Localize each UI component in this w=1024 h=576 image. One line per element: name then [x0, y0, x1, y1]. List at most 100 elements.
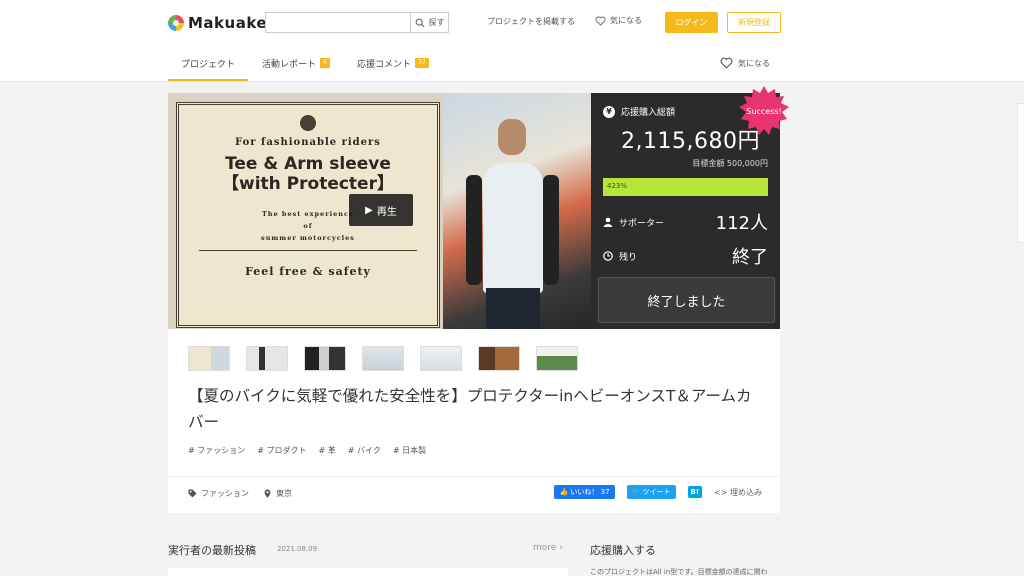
project-title: 【夏のバイクに気軽で優れた安全性を】プロテクターinヘビーオンスT＆アームカバー [188, 387, 752, 431]
remaining-value: 終了 [732, 247, 768, 268]
thumbnail-4[interactable] [362, 346, 404, 371]
yen-icon: ¥ [603, 105, 615, 118]
support-purchase-heading: 応援購入する [590, 544, 656, 557]
project-favorite-button[interactable]: 気になる [720, 57, 770, 69]
supporters-label-text: サポーター [619, 218, 665, 229]
register-button[interactable]: 新規登録 [727, 12, 781, 33]
tag-leather[interactable]: # 革 [319, 445, 336, 456]
heart-icon [720, 57, 733, 69]
poster-line-6: summer motorcycles [261, 234, 355, 242]
tab-project[interactable]: プロジェクト [181, 56, 235, 70]
total-amount-label-text: 応援購入総額 [621, 108, 676, 118]
logo-mark-icon [168, 15, 184, 31]
posts-more-link[interactable]: more › [533, 543, 563, 553]
search-input[interactable] [266, 13, 410, 32]
tab-activity-report-label: 活動レポート [262, 59, 317, 70]
latest-posts-heading: 実行者の最新投稿 [168, 544, 256, 557]
heart-icon [595, 16, 606, 26]
search-button[interactable]: 探す [410, 13, 448, 32]
play-label: 再生 [376, 206, 397, 218]
skull-emblem-icon [300, 115, 316, 131]
success-badge: Success! [739, 86, 789, 135]
funding-progress-bar: 423% [603, 178, 768, 196]
tag-made-in-japan[interactable]: # 日本製 [393, 445, 426, 456]
logo-text: Makuake [188, 14, 268, 32]
model-tshirt [483, 163, 543, 293]
model-jeans [486, 288, 540, 329]
side-floating-tab[interactable] [1017, 103, 1024, 243]
play-video-button[interactable]: ▶ 再生 [349, 194, 413, 226]
funding-progress-percent: 423% [607, 182, 628, 190]
funding-progress-fill [603, 178, 768, 196]
remaining-label-text: 残り [619, 252, 638, 263]
active-tab-indicator [168, 79, 248, 81]
poster-line-2: Tee & Arm sleeve [225, 154, 391, 174]
tab-support-comments-label: 応援コメント [357, 59, 412, 70]
location-pin-icon [264, 489, 271, 498]
project-video[interactable]: For fashionable riders Tee & Arm sleeve … [168, 93, 591, 329]
clock-icon [603, 251, 613, 261]
support-purchase-description: このプロジェクトはAll in型です。目標金額の達成に関わ [590, 568, 768, 576]
tag-bike[interactable]: # バイク [348, 445, 381, 456]
tab-activity-report[interactable]: 活動レポート 6 [262, 56, 330, 70]
search-icon [415, 18, 425, 28]
tag-product[interactable]: # プロダクト [257, 445, 306, 456]
goal-amount: 目標金額 500,000円 [692, 159, 768, 168]
remaining-row: 残り 終了 [603, 243, 768, 269]
header-favorite-label: 気になる [610, 16, 642, 25]
tweet-label: ツイート [642, 488, 671, 496]
supporters-row: サポーター 112人 [603, 209, 768, 235]
media-thumbnails [188, 346, 578, 371]
post-project-link[interactable]: プロジェクトを掲載する [487, 16, 575, 27]
thumbnail-3[interactable] [304, 346, 346, 371]
model-arm-sleeve-right [543, 175, 559, 285]
remaining-label: 残り [603, 250, 637, 263]
search-button-label: 探す [428, 18, 445, 27]
activity-report-count-badge: 6 [320, 58, 330, 68]
poster-rule [199, 250, 417, 251]
poster-headline: Tee & Arm sleeve 【with Protecter】 [191, 154, 425, 194]
poster-line-7: Feel free & safety [245, 265, 371, 278]
thumbnail-1[interactable] [188, 346, 230, 371]
thumbnail-5[interactable] [420, 346, 462, 371]
model-head [498, 119, 526, 155]
tweet-button[interactable]: 🐦 ツイート [626, 485, 676, 499]
site-header: Makuake 探す プロジェクトを掲載する 気になる ログイン 新規登録 プロ… [0, 0, 1024, 82]
chevron-right-icon: › [559, 543, 563, 553]
thumbnail-7[interactable] [536, 346, 578, 371]
project-favorite-label: 気になる [738, 58, 770, 68]
project-meta: ファッション 東京 [188, 488, 292, 499]
success-badge-text: Success! [746, 107, 781, 116]
play-icon: ▶ [365, 204, 373, 216]
header-favorite-link[interactable]: 気になる [595, 15, 642, 26]
person-icon [603, 217, 613, 227]
facebook-like-button[interactable]: 👍 いいね！ 37 [554, 485, 615, 499]
location-link[interactable]: 東京 [263, 488, 292, 499]
project-ended-button[interactable]: 終了しました [598, 277, 775, 323]
latest-post-date: 2021.08.09 [277, 545, 318, 553]
supporters-label: サポーター [603, 216, 664, 229]
thumbnail-6[interactable] [478, 346, 520, 371]
embed-button[interactable]: <> 埋め込み [714, 487, 762, 498]
supporters-value: 112人 [715, 213, 768, 234]
makuake-logo[interactable]: Makuake [168, 12, 267, 34]
tag-list: # ファッション # プロダクト # 革 # バイク # 日本製 [188, 445, 426, 456]
facebook-like-label: いいね！ 37 [570, 488, 610, 496]
support-comments-count-badge: 37 [415, 58, 429, 68]
code-brackets-icon: <> [714, 487, 728, 497]
poster-line-1: For fashionable riders [235, 137, 381, 148]
tag-fashion[interactable]: # ファッション [188, 445, 245, 456]
page: Makuake 探す プロジェクトを掲載する 気になる ログイン 新規登録 プロ… [0, 0, 1024, 576]
share-buttons: 👍 いいね！ 37 🐦 ツイート B! <> 埋め込み [554, 485, 762, 499]
thumbs-up-icon: 👍 [559, 488, 569, 496]
twitter-bird-icon: 🐦 [631, 488, 641, 496]
latest-post-card[interactable] [168, 568, 568, 576]
login-button[interactable]: ログイン [665, 12, 718, 33]
hatena-bookmark-button[interactable]: B! [687, 486, 703, 498]
search-box: 探す [265, 12, 449, 33]
category-link[interactable]: ファッション [188, 488, 249, 499]
thumbnail-2[interactable] [246, 346, 288, 371]
model-arm-sleeve-left [466, 175, 482, 285]
tab-support-comments[interactable]: 応援コメント 37 [357, 56, 429, 70]
project-card: For fashionable riders Tee & Arm sleeve … [168, 86, 789, 513]
